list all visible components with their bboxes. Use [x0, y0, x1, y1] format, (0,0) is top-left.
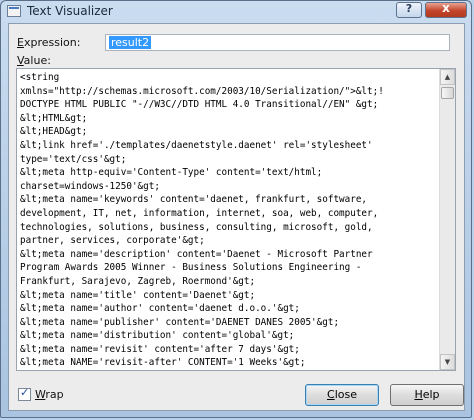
vertical-scrollbar[interactable]: ▲ ▼ — [439, 69, 455, 370]
wrap-checkbox[interactable]: ✓ — [18, 386, 31, 401]
value-label-text: alue: — [23, 54, 51, 67]
close-icon: x — [442, 1, 450, 15]
close-button-label: lose — [334, 388, 357, 401]
title-bar[interactable]: Text Visualizer ? x — [1, 1, 471, 23]
scroll-down-arrow-icon[interactable]: ▼ — [440, 354, 455, 370]
scrollbar-thumb[interactable] — [441, 87, 454, 99]
checkmark-icon: ✓ — [20, 386, 30, 399]
wrap-label[interactable]: Wrap — [35, 388, 64, 401]
help-icon: ? — [405, 2, 413, 15]
expression-value: result2 — [109, 36, 152, 49]
expression-label: Expression: — [17, 36, 81, 49]
help-button[interactable]: Help — [390, 384, 464, 406]
dialog-client-area: Expression: result2 Value: <string xmlns… — [8, 23, 465, 411]
value-text: <string xmlns="http://schemas.microsoft.… — [20, 72, 384, 369]
text-visualizer-window: Text Visualizer ? x Expression: result2 … — [0, 0, 472, 418]
help-button-label: elp — [422, 388, 440, 401]
window-icon — [7, 5, 21, 17]
titlebar-help-button[interactable]: ? — [396, 2, 422, 18]
window-title: Text Visualizer — [27, 4, 113, 18]
close-button[interactable]: Close — [305, 384, 379, 406]
wrap-label-text: rap — [45, 388, 64, 401]
expression-label-text: xpression: — [23, 36, 81, 49]
scroll-up-arrow-icon[interactable]: ▲ — [440, 69, 455, 85]
titlebar-close-button[interactable]: x — [425, 1, 467, 18]
expression-field[interactable]: result2 — [105, 34, 450, 51]
value-textbox[interactable]: <string xmlns="http://schemas.microsoft.… — [16, 68, 456, 371]
value-label: Value: — [17, 54, 51, 67]
